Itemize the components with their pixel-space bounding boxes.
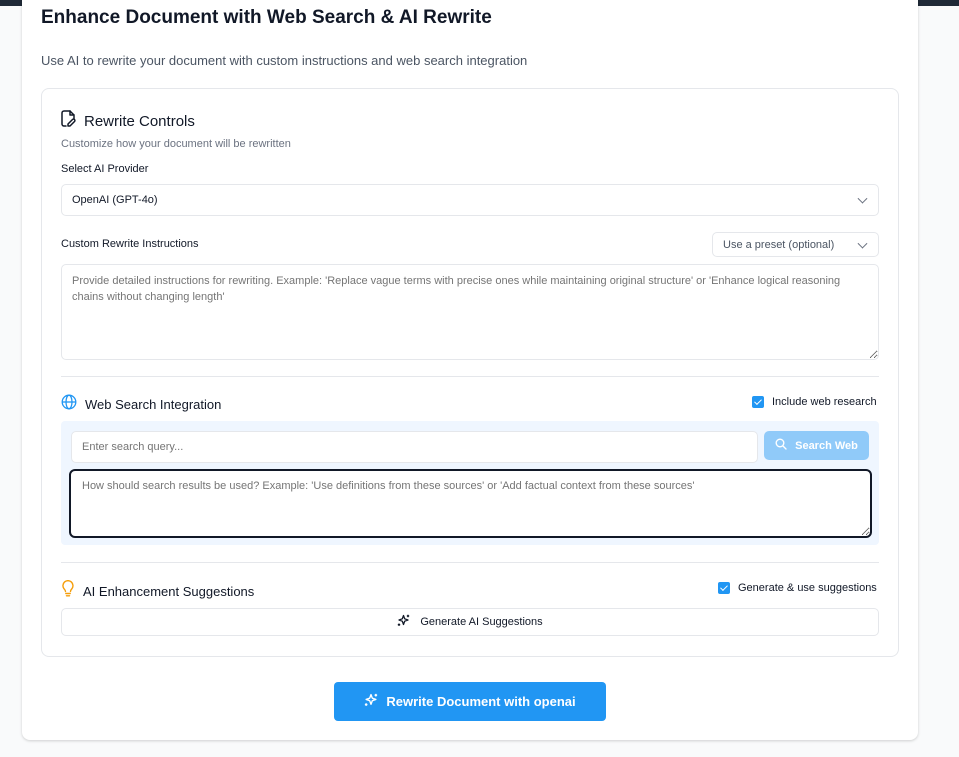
- section-divider: [61, 562, 879, 563]
- rewrite-document-label: Rewrite Document with openai: [386, 694, 576, 709]
- provider-label: Select AI Provider: [61, 163, 149, 175]
- suggestions-title: AI Enhancement Suggestions: [83, 583, 255, 599]
- file-edit-icon: [61, 110, 76, 132]
- search-web-button[interactable]: Search Web: [764, 431, 869, 460]
- web-search-title: Web Search Integration: [85, 397, 222, 412]
- generate-use-toggle[interactable]: Generate & use suggestions: [718, 582, 877, 594]
- preset-select[interactable]: Use a preset (optional): [712, 232, 879, 257]
- provider-select[interactable]: OpenAI (GPT-4o): [61, 184, 879, 216]
- rewrite-controls-header: Rewrite Controls: [61, 110, 195, 132]
- generate-use-checkbox[interactable]: [718, 582, 730, 594]
- rewrite-controls-description: Customize how your document will be rewr…: [61, 138, 291, 150]
- preset-select-value: Use a preset (optional): [723, 238, 835, 251]
- include-web-research-toggle[interactable]: Include web research: [752, 396, 877, 408]
- include-web-research-label: Include web research: [772, 396, 877, 408]
- chevron-down-icon: [857, 193, 868, 204]
- generate-use-label: Generate & use suggestions: [738, 582, 877, 594]
- provider-select-value: OpenAI (GPT-4o): [72, 194, 158, 206]
- generate-suggestions-label: Generate AI Suggestions: [420, 616, 543, 628]
- section-divider: [61, 376, 879, 377]
- globe-icon: [61, 394, 77, 415]
- sparkles-icon: [364, 693, 378, 710]
- page-title: Enhance Document with Web Search & AI Re…: [41, 7, 492, 28]
- rewrite-document-button[interactable]: Rewrite Document with openai: [334, 682, 606, 721]
- include-web-research-checkbox[interactable]: [752, 396, 764, 408]
- instructions-label: Custom Rewrite Instructions: [61, 238, 199, 250]
- search-web-label: Search Web: [795, 439, 858, 452]
- search-usage-textarea[interactable]: [69, 469, 872, 538]
- instructions-textarea[interactable]: [61, 264, 879, 360]
- web-search-header: Web Search Integration: [61, 394, 221, 415]
- page-subtitle: Use AI to rewrite your document with cus…: [41, 53, 528, 68]
- sparkles-icon: [397, 614, 410, 630]
- lightbulb-icon: [61, 579, 75, 602]
- search-icon: [775, 438, 787, 453]
- search-query-input[interactable]: [71, 431, 758, 463]
- suggestions-header: AI Enhancement Suggestions: [61, 579, 255, 602]
- generate-suggestions-button[interactable]: Generate AI Suggestions: [61, 608, 879, 636]
- rewrite-controls-title: Rewrite Controls: [84, 112, 195, 130]
- chevron-down-icon: [857, 238, 868, 249]
- rewrite-panel: [41, 88, 899, 657]
